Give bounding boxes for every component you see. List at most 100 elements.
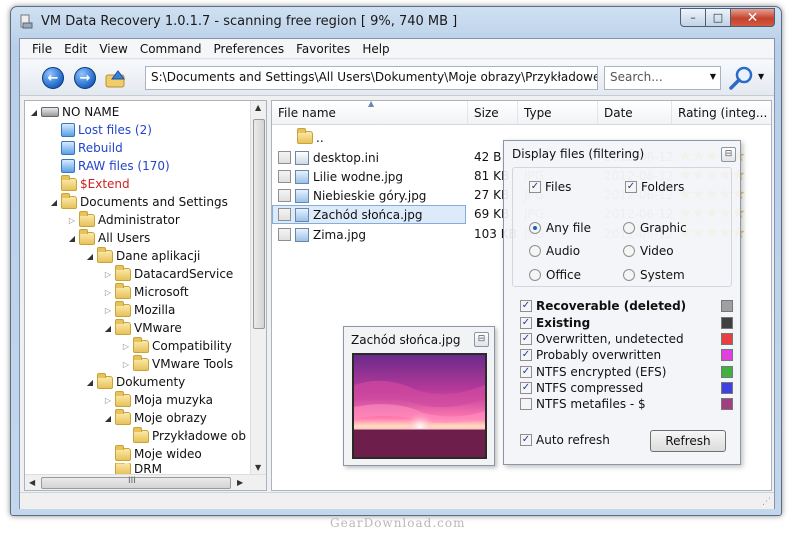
office-radio[interactable]: Office — [529, 268, 581, 282]
column-header-rating[interactable]: Rating (integ... — [672, 101, 771, 125]
tree-item[interactable]: ▷ Microsoft — [103, 282, 189, 301]
menu-file[interactable]: File — [26, 39, 58, 59]
tree-item[interactable]: ▷ DatacardService — [103, 264, 233, 283]
column-header-date[interactable]: Date — [598, 101, 672, 125]
title-bar[interactable]: VM Data Recovery 1.0.1.7 - scanning free… — [11, 7, 781, 37]
status-overwritten-checkbox[interactable]: ✓ Overwritten, undetected — [520, 332, 684, 346]
tree-item-label: VMware — [134, 321, 182, 335]
menu-help[interactable]: Help — [356, 39, 395, 59]
menu-view[interactable]: View — [93, 39, 133, 59]
status-compressed-checkbox[interactable]: ✓ NTFS compressed — [520, 381, 643, 395]
row-checkbox[interactable] — [278, 151, 291, 164]
collapse-arrow-icon[interactable]: ▷ — [103, 396, 113, 405]
tree-horizontal-scrollbar[interactable]: ◀ III ▶ — [25, 474, 266, 490]
row-checkbox[interactable] — [278, 228, 291, 241]
expand-arrow-icon[interactable]: ◢ — [29, 108, 39, 117]
expand-arrow-icon[interactable]: ◢ — [67, 234, 77, 243]
maximize-button[interactable]: □ — [706, 8, 731, 27]
menu-preferences[interactable]: Preferences — [208, 39, 291, 59]
tree-item[interactable]: ▷ VMware Tools — [121, 354, 233, 373]
row-checkbox[interactable] — [278, 170, 291, 183]
tree-vertical-scrollbar[interactable]: ▲ ▼ — [250, 101, 266, 490]
collapse-arrow-icon[interactable]: ▷ — [103, 270, 113, 279]
tree-item[interactable]: ▷ Compatibility — [121, 336, 232, 355]
tree-item-label: Dane aplikacji — [116, 249, 201, 263]
any-file-radio[interactable]: Any file — [529, 221, 591, 235]
back-button[interactable]: ← — [42, 67, 64, 89]
video-radio[interactable]: Video — [623, 244, 674, 258]
filter-close-icon[interactable]: ⊟ — [721, 147, 736, 162]
system-radio[interactable]: System — [623, 268, 685, 282]
collapse-arrow-icon[interactable]: ▷ — [103, 306, 113, 315]
forward-button[interactable]: → — [74, 67, 96, 89]
minimize-button[interactable]: – — [680, 8, 706, 27]
chevron-down-icon[interactable]: ▼ — [710, 72, 716, 81]
close-button[interactable]: ✕ — [731, 8, 775, 27]
tree-item[interactable]: $Extend — [49, 174, 130, 193]
preview-close-icon[interactable]: ⊟ — [474, 332, 489, 347]
status-recoverable-checkbox[interactable]: ✓ Recoverable (deleted) — [520, 299, 686, 313]
graphic-radio[interactable]: Graphic — [623, 221, 687, 235]
scroll-right-icon[interactable]: ▶ — [237, 478, 243, 487]
collapse-arrow-icon[interactable]: ▷ — [103, 288, 113, 297]
tree-item[interactable]: ▷ Mozilla — [103, 300, 175, 319]
tree-item[interactable]: ◢ Moje obrazy — [103, 408, 207, 427]
collapse-arrow-icon[interactable]: ▷ — [121, 360, 131, 369]
collapse-arrow-icon[interactable]: ▷ — [67, 216, 77, 225]
scroll-down-icon[interactable]: ▼ — [255, 463, 261, 472]
scrollbar-thumb[interactable]: III — [41, 476, 231, 489]
tree-item[interactable]: ▷ Administrator — [67, 210, 180, 229]
expand-arrow-icon[interactable]: ◢ — [85, 378, 95, 387]
auto-refresh-checkbox[interactable]: ✓ Auto refresh — [520, 433, 610, 447]
tree-item[interactable]: ◢ Dokumenty — [85, 372, 185, 391]
search-options-chevron-icon[interactable]: ▼ — [758, 72, 764, 81]
table-row[interactable]: .. — [272, 128, 512, 147]
drive-icon — [41, 107, 59, 117]
path-input[interactable]: S:\Documents and Settings\All Users\Doku… — [145, 66, 598, 90]
tree-item[interactable]: Moje wideo — [103, 444, 202, 463]
menu-edit[interactable]: Edit — [58, 39, 93, 59]
radio-selected-icon — [529, 222, 541, 234]
tree-item[interactable]: Lost files (2) — [49, 121, 152, 139]
menu-favorites[interactable]: Favorites — [290, 39, 356, 59]
menu-command[interactable]: Command — [134, 39, 208, 59]
refresh-button[interactable]: Refresh — [650, 430, 726, 452]
status-existing-checkbox[interactable]: ✓ Existing — [520, 316, 590, 330]
scroll-up-icon[interactable]: ▲ — [255, 103, 261, 112]
tree-item[interactable]: RAW files (170) — [49, 157, 170, 175]
status-encrypted-checkbox[interactable]: ✓ NTFS encrypted (EFS) — [520, 365, 666, 379]
row-checkbox[interactable] — [278, 189, 291, 202]
files-checkbox[interactable]: ✓ Files — [529, 180, 571, 194]
expand-arrow-icon[interactable]: ◢ — [49, 198, 59, 207]
up-folder-button[interactable] — [104, 67, 128, 89]
table-row-selected[interactable]: Zachód słońca.jpg — [272, 205, 466, 224]
tree-item[interactable]: Przykładowe ob — [121, 426, 246, 445]
tree-item[interactable]: ◢ Documents and Settings — [49, 192, 228, 211]
row-checkbox[interactable] — [278, 208, 291, 221]
status-metafiles-checkbox[interactable]: NTFS metafiles - $ — [520, 397, 646, 411]
resize-grip-icon[interactable]: ⋰ — [762, 497, 771, 507]
column-header-filename[interactable]: ▲ File name — [272, 101, 468, 125]
tree-item[interactable]: Rebuild — [49, 139, 123, 157]
tree-item[interactable]: ◢ NO NAME — [29, 103, 119, 121]
column-header-type[interactable]: Type — [518, 101, 598, 125]
tree-item[interactable]: ◢ Dane aplikacji — [85, 246, 201, 265]
tree-item[interactable]: ◢ VMware — [103, 318, 182, 337]
audio-radio[interactable]: Audio — [529, 244, 580, 258]
tree-item[interactable]: DRM — [103, 463, 162, 474]
expand-arrow-icon[interactable]: ◢ — [103, 324, 113, 333]
column-header-size[interactable]: Size — [468, 101, 518, 125]
expand-arrow-icon[interactable]: ◢ — [85, 252, 95, 261]
status-probably-overwritten-checkbox[interactable]: ✓ Probably overwritten — [520, 348, 661, 362]
tree-item[interactable]: ▷ Moja muzyka — [103, 390, 213, 409]
checkbox-label: NTFS encrypted (EFS) — [536, 365, 667, 379]
scroll-left-icon[interactable]: ◀ — [29, 478, 35, 487]
expand-arrow-icon[interactable]: ◢ — [103, 414, 113, 423]
status-group: ✓ Recoverable (deleted) ✓ Existing ✓ Ove… — [512, 293, 733, 421]
search-icon[interactable] — [727, 65, 755, 91]
folders-checkbox[interactable]: ✓ Folders — [625, 180, 684, 194]
scrollbar-thumb[interactable] — [253, 119, 265, 329]
tree-item[interactable]: ◢ All Users — [67, 228, 150, 247]
search-input[interactable]: Search... ▼ — [604, 66, 721, 90]
collapse-arrow-icon[interactable]: ▷ — [121, 342, 131, 351]
